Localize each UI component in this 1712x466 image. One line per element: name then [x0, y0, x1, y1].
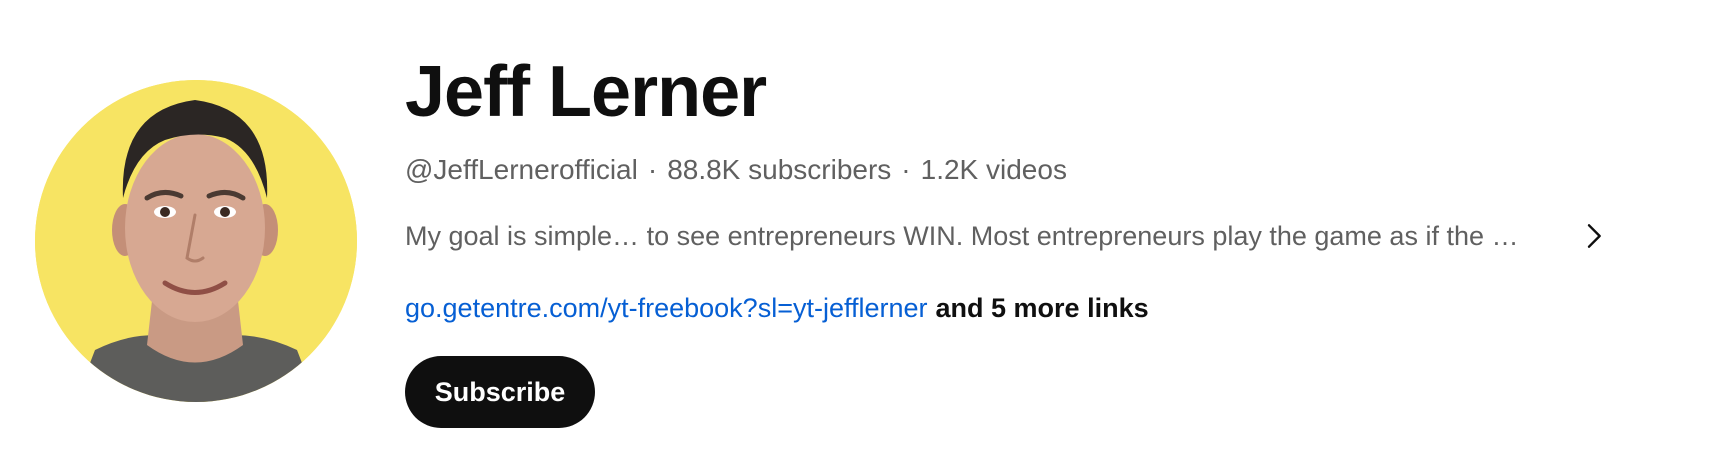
channel-description[interactable]: My goal is simple… to see entrepreneurs … [405, 216, 1615, 256]
channel-handle: @JeffLernerofficial [405, 154, 638, 185]
channel-info: Jeff Lerner @JeffLernerofficial · 88.8K su… [405, 0, 1655, 466]
meta-separator: · [901, 154, 911, 185]
channel-name: Jeff Lerner [405, 52, 767, 132]
channel-primary-link[interactable]: go.getentre.com/yt-freebook?sl=yt-jeffle… [405, 293, 928, 323]
channel-links: go.getentre.com/yt-freebook?sl=yt-jeffle… [405, 290, 1149, 326]
more-links-button[interactable]: and 5 more links [936, 293, 1149, 323]
chevron-right-icon[interactable] [1577, 220, 1609, 252]
video-count: 1.2K videos [920, 154, 1067, 185]
description-text: My goal is simple… to see entrepreneurs … [405, 221, 1519, 251]
subscribe-button[interactable]: Subscribe [405, 356, 595, 428]
channel-header: Jeff Lerner @JeffLernerofficial · 88.8K su… [0, 0, 1712, 466]
subscriber-count: 88.8K subscribers [667, 154, 892, 185]
meta-separator: · [647, 154, 658, 185]
channel-meta: @JeffLernerofficial · 88.8K subscribers · 1.… [405, 152, 1067, 188]
channel-avatar[interactable] [35, 80, 357, 402]
avatar-portrait-icon [35, 80, 357, 402]
